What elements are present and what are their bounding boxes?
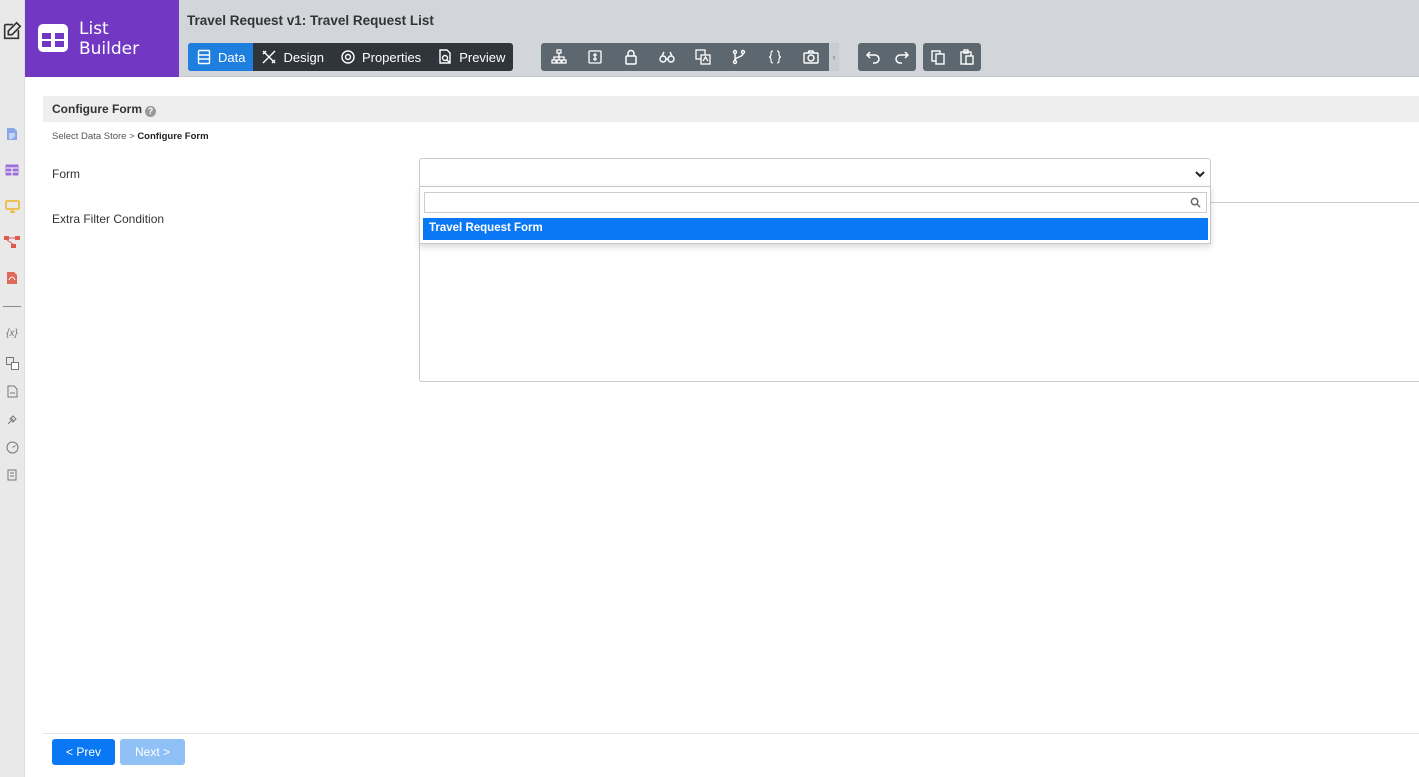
branch-icon [732,49,746,65]
camera-button[interactable] [793,43,829,71]
braces-icon [768,50,782,64]
next-button[interactable]: Next > [120,739,185,765]
hierarchy-icon [551,49,567,64]
history-toolbar [858,43,916,71]
tab-design-label: Design [283,49,324,65]
mode-tabs: Data Design Properties Preview [188,43,514,71]
tools-toolbar: › [541,43,839,71]
preview-document-icon [439,49,451,64]
breadcrumb-step-configure-form: Configure Form [137,131,209,142]
brand-line1: List [79,19,109,39]
undo-icon [865,51,880,64]
tab-properties[interactable]: Properties [332,43,429,71]
permission-icon [588,50,602,64]
brand: List Builder [25,0,179,77]
table-icon[interactable] [4,162,20,178]
toolbar-more-chevron-icon[interactable]: › [829,43,839,71]
tab-preview-label: Preview [459,49,506,65]
breadcrumb: Select Data Store > Configure Form [52,131,209,142]
lock-icon [625,49,637,65]
paste-button[interactable] [952,43,981,71]
plugin-icon[interactable] [4,411,20,427]
clipboard-toolbar [923,43,981,71]
monitor-icon[interactable] [4,198,20,214]
tab-data[interactable]: Data [188,43,254,71]
braces-button[interactable] [757,43,793,71]
workflow-icon[interactable] [4,234,20,250]
section-title: Configure Form [52,102,142,116]
header: Travel Request v1: Travel Request List D… [179,0,1419,77]
dropdown-option-travel-request-form[interactable]: Travel Request Form [423,218,1208,240]
prev-button[interactable]: < Prev [52,739,115,765]
help-icon[interactable]: ? [145,106,156,117]
document-icon[interactable] [4,126,20,142]
left-rail: {x} [0,0,25,777]
breadcrumb-step-select-data-store[interactable]: Select Data Store [52,131,126,142]
brand-line2: Builder [79,39,140,59]
binoculars-button[interactable] [649,43,685,71]
dashboard-icon[interactable] [4,439,20,455]
design-tools-icon [262,50,276,64]
edit-icon[interactable] [1,20,23,42]
brand-title: List Builder [79,19,139,59]
gear-icon [341,50,355,64]
binoculars-icon [659,51,675,63]
section-header: Configure Form? [43,96,1419,122]
copy-icon [930,50,945,65]
tab-data-label: Data [218,49,246,65]
branch-button[interactable] [721,43,757,71]
report-icon[interactable] [4,383,20,399]
pdf-icon[interactable] [4,270,20,286]
data-icon [197,49,211,65]
variable-icon[interactable]: {x} [4,325,20,341]
form-label: Form [52,167,80,181]
translate-icon [695,49,711,65]
redo-button[interactable] [887,43,916,71]
tab-preview[interactable]: Preview [429,43,513,71]
permission-button[interactable] [577,43,613,71]
rail-divider [3,306,21,307]
tab-design[interactable]: Design [253,43,331,71]
section-title-wrap: Configure Form? [52,102,156,117]
breadcrumb-separator: > [129,131,135,142]
hierarchy-button[interactable] [541,43,577,71]
tab-properties-label: Properties [361,49,422,65]
list-builder-logo-icon [38,24,68,52]
undo-button[interactable] [858,43,887,71]
form-select-dropdown: Travel Request Form [419,186,1211,244]
camera-icon [803,50,819,64]
extra-filter-label: Extra Filter Condition [52,212,165,226]
dropdown-search-input[interactable] [424,192,1207,213]
footer-divider [43,733,1419,734]
form-select[interactable] [419,158,1211,188]
search-icon [1190,197,1201,208]
paste-icon [959,49,974,65]
lock-button[interactable] [613,43,649,71]
app-title: Travel Request v1: Travel Request List [187,13,434,28]
translate-icon[interactable] [4,355,20,371]
copy-button[interactable] [923,43,952,71]
chevron-down-icon [1195,171,1205,178]
scroll-icon[interactable] [4,467,20,483]
redo-icon [894,51,909,64]
translate-button[interactable] [685,43,721,71]
